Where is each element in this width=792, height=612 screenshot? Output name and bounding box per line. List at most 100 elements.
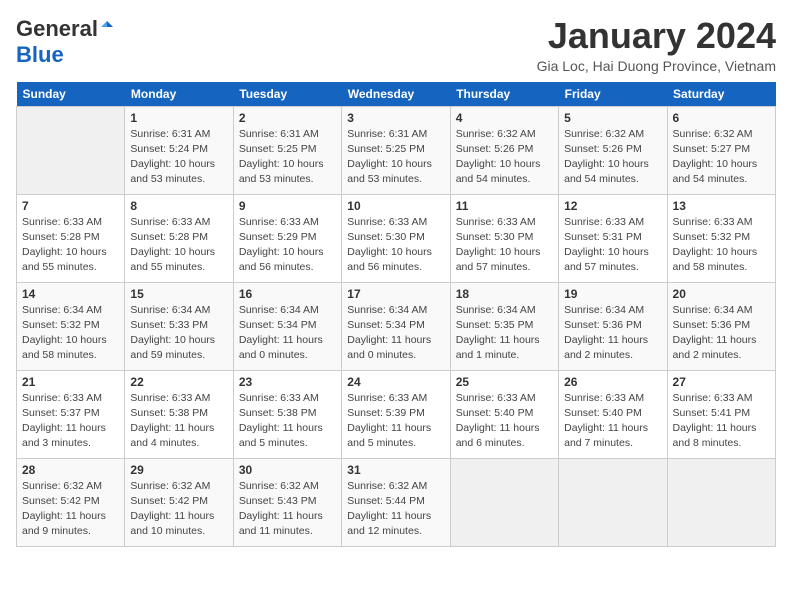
day-number: 7	[22, 199, 119, 213]
day-info: Sunrise: 6:34 AM Sunset: 5:32 PM Dayligh…	[22, 303, 119, 364]
location-subtitle: Gia Loc, Hai Duong Province, Vietnam	[537, 58, 776, 74]
logo-icon	[99, 19, 115, 35]
day-number: 31	[347, 463, 444, 477]
day-info: Sunrise: 6:33 AM Sunset: 5:30 PM Dayligh…	[456, 215, 553, 276]
calendar-cell: 5Sunrise: 6:32 AM Sunset: 5:26 PM Daylig…	[559, 106, 667, 194]
day-number: 23	[239, 375, 336, 389]
day-info: Sunrise: 6:33 AM Sunset: 5:37 PM Dayligh…	[22, 391, 119, 452]
calendar-cell: 23Sunrise: 6:33 AM Sunset: 5:38 PM Dayli…	[233, 370, 341, 458]
day-number: 20	[673, 287, 770, 301]
day-number: 30	[239, 463, 336, 477]
day-number: 12	[564, 199, 661, 213]
day-number: 19	[564, 287, 661, 301]
day-number: 1	[130, 111, 227, 125]
calendar-cell: 22 Sunrise: 6:33 AM Sunset: 5:38 PM Dayli…	[125, 370, 233, 458]
logo-blue-text: Blue	[16, 42, 64, 68]
day-number: 16	[239, 287, 336, 301]
day-number: 11	[456, 199, 553, 213]
calendar-cell: 4 Sunrise: 6:32 AM Sunset: 5:26 PM Daylig…	[450, 106, 558, 194]
day-number: 29	[130, 463, 227, 477]
day-number: 25	[456, 375, 553, 389]
day-info: Sunrise: 6:33 AM Sunset: 5:31 PM Dayligh…	[564, 215, 661, 276]
day-number: 17	[347, 287, 444, 301]
calendar-cell: 13 Sunrise: 6:33 AM Sunset: 5:32 PM Dayli…	[667, 194, 775, 282]
day-number: 15	[130, 287, 227, 301]
col-tuesday: Tuesday	[233, 82, 341, 107]
day-info: Sunrise: 6:32 AM Sunset: 5:42 PM Dayligh…	[130, 479, 227, 540]
day-number: 24	[347, 375, 444, 389]
calendar-cell: 17 Sunrise: 6:34 AM Sunset: 5:34 PM Dayli…	[342, 282, 450, 370]
day-info: Sunrise: 6:34 AM Sunset: 5:36 PM Dayligh…	[564, 303, 661, 364]
calendar-cell: 31 Sunrise: 6:32 AM Sunset: 5:44 PM Dayli…	[342, 458, 450, 546]
calendar-cell: 20 Sunrise: 6:34 AM Sunset: 5:36 PM Dayli…	[667, 282, 775, 370]
day-number: 5	[564, 111, 661, 125]
calendar-cell: 29 Sunrise: 6:32 AM Sunset: 5:42 PM Dayli…	[125, 458, 233, 546]
calendar-cell: 9 Sunrise: 6:33 AM Sunset: 5:29 PM Daylig…	[233, 194, 341, 282]
logo: General Blue	[16, 16, 115, 68]
day-info: Sunrise: 6:34 AM Sunset: 5:35 PM Dayligh…	[456, 303, 553, 364]
day-info: Sunrise: 6:32 AM Sunset: 5:26 PM Dayligh…	[456, 127, 553, 188]
calendar-cell: 24 Sunrise: 6:33 AM Sunset: 5:39 PM Dayli…	[342, 370, 450, 458]
day-info: Sunrise: 6:32 AM Sunset: 5:43 PM Dayligh…	[239, 479, 336, 540]
col-saturday: Saturday	[667, 82, 775, 107]
title-block: January 2024 Gia Loc, Hai Duong Province…	[537, 16, 776, 74]
day-info: Sunrise: 6:33 AM Sunset: 5:29 PM Dayligh…	[239, 215, 336, 276]
day-info: Sunrise: 6:34 AM Sunset: 5:33 PM Dayligh…	[130, 303, 227, 364]
day-info: Sunrise: 6:33 AM Sunset: 5:40 PM Dayligh…	[456, 391, 553, 452]
calendar-cell	[559, 458, 667, 546]
calendar-cell: 18 Sunrise: 6:34 AM Sunset: 5:35 PM Dayli…	[450, 282, 558, 370]
calendar-cell: 3Sunrise: 6:31 AM Sunset: 5:25 PM Daylig…	[342, 106, 450, 194]
calendar-cell: 30 Sunrise: 6:32 AM Sunset: 5:43 PM Dayli…	[233, 458, 341, 546]
day-number: 28	[22, 463, 119, 477]
calendar-cell: 27Sunrise: 6:33 AM Sunset: 5:41 PM Dayli…	[667, 370, 775, 458]
calendar-cell: 12 Sunrise: 6:33 AM Sunset: 5:31 PM Dayli…	[559, 194, 667, 282]
day-number: 26	[564, 375, 661, 389]
day-number: 4	[456, 111, 553, 125]
calendar-cell	[17, 106, 125, 194]
col-wednesday: Wednesday	[342, 82, 450, 107]
calendar-cell: 7 Sunrise: 6:33 AM Sunset: 5:28 PM Daylig…	[17, 194, 125, 282]
day-info: Sunrise: 6:32 AM Sunset: 5:44 PM Dayligh…	[347, 479, 444, 540]
day-number: 9	[239, 199, 336, 213]
calendar-cell: 10 Sunrise: 6:33 AM Sunset: 5:30 PM Dayli…	[342, 194, 450, 282]
calendar-cell: 14 Sunrise: 6:34 AM Sunset: 5:32 PM Dayli…	[17, 282, 125, 370]
col-friday: Friday	[559, 82, 667, 107]
day-number: 2	[239, 111, 336, 125]
calendar-cell: 11 Sunrise: 6:33 AM Sunset: 5:30 PM Dayli…	[450, 194, 558, 282]
col-monday: Monday	[125, 82, 233, 107]
day-number: 22	[130, 375, 227, 389]
month-title: January 2024	[537, 16, 776, 56]
calendar-cell: 16 Sunrise: 6:34 AM Sunset: 5:34 PM Dayli…	[233, 282, 341, 370]
calendar-cell: 6Sunrise: 6:32 AM Sunset: 5:27 PM Daylig…	[667, 106, 775, 194]
col-sunday: Sunday	[17, 82, 125, 107]
day-number: 8	[130, 199, 227, 213]
day-info: Sunrise: 6:33 AM Sunset: 5:39 PM Dayligh…	[347, 391, 444, 452]
day-info: Sunrise: 6:33 AM Sunset: 5:30 PM Dayligh…	[347, 215, 444, 276]
day-info: Sunrise: 6:33 AM Sunset: 5:40 PM Dayligh…	[564, 391, 661, 452]
header: General Blue January 2024 Gia Loc, Hai D…	[16, 16, 776, 74]
day-number: 10	[347, 199, 444, 213]
day-number: 21	[22, 375, 119, 389]
day-info: Sunrise: 6:31 AM Sunset: 5:24 PM Dayligh…	[130, 127, 227, 188]
calendar-table: Sunday Monday Tuesday Wednesday Thursday…	[16, 82, 776, 547]
calendar-cell	[450, 458, 558, 546]
day-number: 14	[22, 287, 119, 301]
day-info: Sunrise: 6:32 AM Sunset: 5:42 PM Dayligh…	[22, 479, 119, 540]
calendar-cell: 1 Sunrise: 6:31 AM Sunset: 5:24 PM Daylig…	[125, 106, 233, 194]
day-info: Sunrise: 6:33 AM Sunset: 5:28 PM Dayligh…	[22, 215, 119, 276]
day-info: Sunrise: 6:34 AM Sunset: 5:36 PM Dayligh…	[673, 303, 770, 364]
day-info: Sunrise: 6:31 AM Sunset: 5:25 PM Dayligh…	[347, 127, 444, 188]
calendar-cell: 19 Sunrise: 6:34 AM Sunset: 5:36 PM Dayli…	[559, 282, 667, 370]
calendar-cell	[667, 458, 775, 546]
day-number: 13	[673, 199, 770, 213]
day-info: Sunrise: 6:33 AM Sunset: 5:38 PM Dayligh…	[130, 391, 227, 452]
day-number: 6	[673, 111, 770, 125]
col-thursday: Thursday	[450, 82, 558, 107]
logo-general-text: General	[16, 16, 98, 42]
day-info: Sunrise: 6:34 AM Sunset: 5:34 PM Dayligh…	[239, 303, 336, 364]
calendar-cell: 8Sunrise: 6:33 AM Sunset: 5:28 PM Daylig…	[125, 194, 233, 282]
day-info: Sunrise: 6:33 AM Sunset: 5:41 PM Dayligh…	[673, 391, 770, 452]
day-info: Sunrise: 6:34 AM Sunset: 5:34 PM Dayligh…	[347, 303, 444, 364]
day-info: Sunrise: 6:33 AM Sunset: 5:32 PM Dayligh…	[673, 215, 770, 276]
day-number: 18	[456, 287, 553, 301]
